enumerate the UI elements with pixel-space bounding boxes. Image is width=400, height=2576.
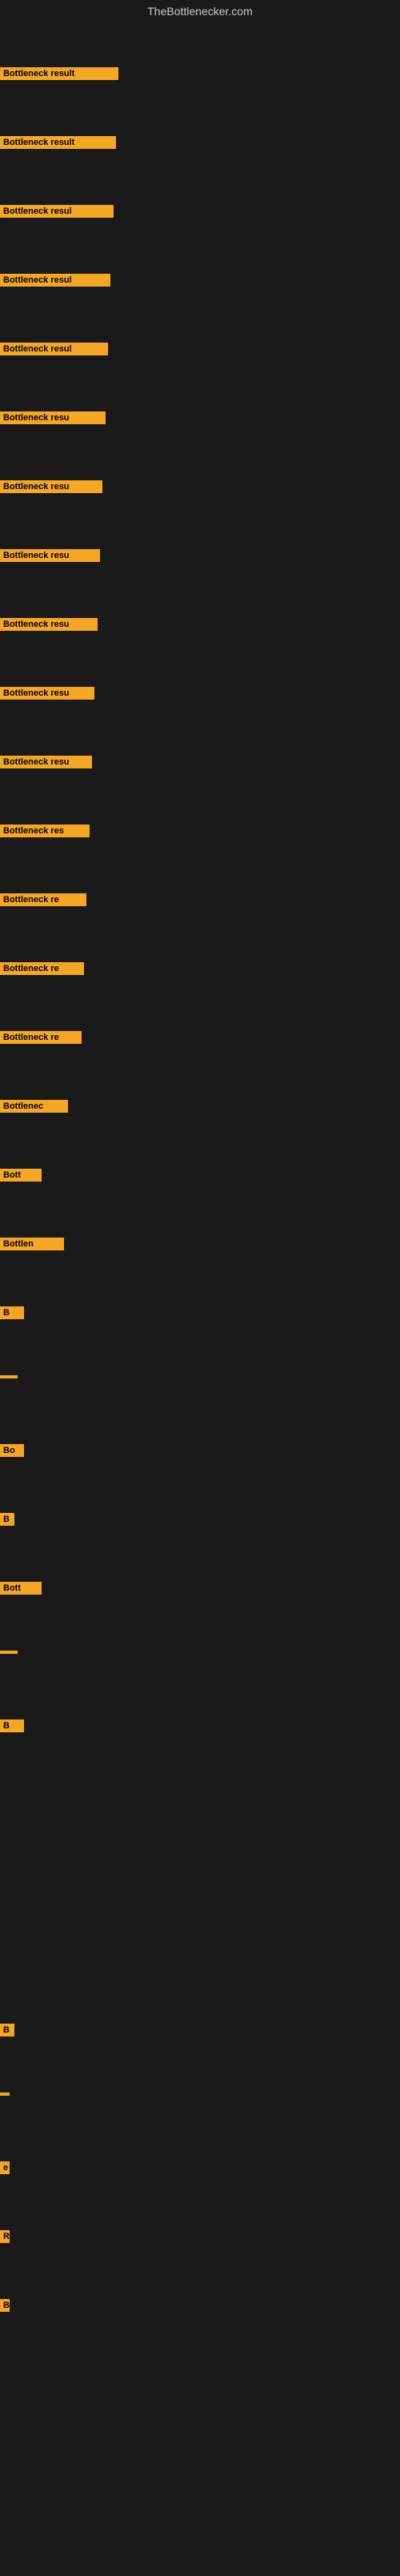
bottleneck-bar-13: Bottleneck re: [0, 962, 84, 975]
bottleneck-bar-12: Bottleneck re: [0, 893, 86, 906]
bottleneck-bar-14: Bottleneck re: [0, 1031, 82, 1044]
bottleneck-bar-28: R: [0, 2230, 10, 2243]
bottleneck-bar-22: Bott: [0, 1582, 42, 1595]
site-title: TheBottlenecker.com: [0, 0, 400, 22]
bottleneck-bar-11: Bottleneck res: [0, 825, 90, 837]
bottleneck-bar-6: Bottleneck resu: [0, 480, 102, 493]
bottleneck-bar-10: Bottleneck resu: [0, 756, 92, 768]
bottleneck-bar-24: B: [0, 1719, 24, 1732]
bottleneck-bar-1: Bottleneck result: [0, 136, 116, 149]
bottleneck-bar-5: Bottleneck resu: [0, 411, 106, 424]
bottleneck-bar-21: B: [0, 1513, 14, 1526]
bottleneck-bar-19: [0, 1375, 18, 1378]
bottleneck-bar-3: Bottleneck resul: [0, 274, 110, 287]
bottleneck-bar-27: e: [0, 2161, 10, 2174]
bottleneck-bar-17: Bottlen: [0, 1238, 64, 1250]
bottleneck-bar-8: Bottleneck resu: [0, 618, 98, 631]
bottleneck-bar-9: Bottleneck resu: [0, 687, 94, 700]
bottleneck-bar-29: B: [0, 2299, 10, 2312]
bars-container: Bottleneck result Bottleneck result Bottle…: [0, 22, 400, 2576]
bottleneck-bar-2: Bottleneck resul: [0, 205, 114, 218]
bottleneck-bar-20: Bo: [0, 1444, 24, 1457]
bottleneck-bar-26: [0, 2092, 10, 2096]
bottleneck-bar-0: Bottleneck result: [0, 67, 118, 80]
bottleneck-bar-25: B: [0, 2024, 14, 2036]
bottleneck-bar-4: Bottleneck resul: [0, 343, 108, 355]
bottleneck-bar-7: Bottleneck resu: [0, 549, 100, 562]
bottleneck-bar-16: Bott: [0, 1169, 42, 1182]
bottleneck-bar-18: B: [0, 1306, 24, 1319]
bottleneck-bar-23: [0, 1651, 18, 1654]
bottleneck-bar-15: Bottlenec: [0, 1100, 68, 1113]
